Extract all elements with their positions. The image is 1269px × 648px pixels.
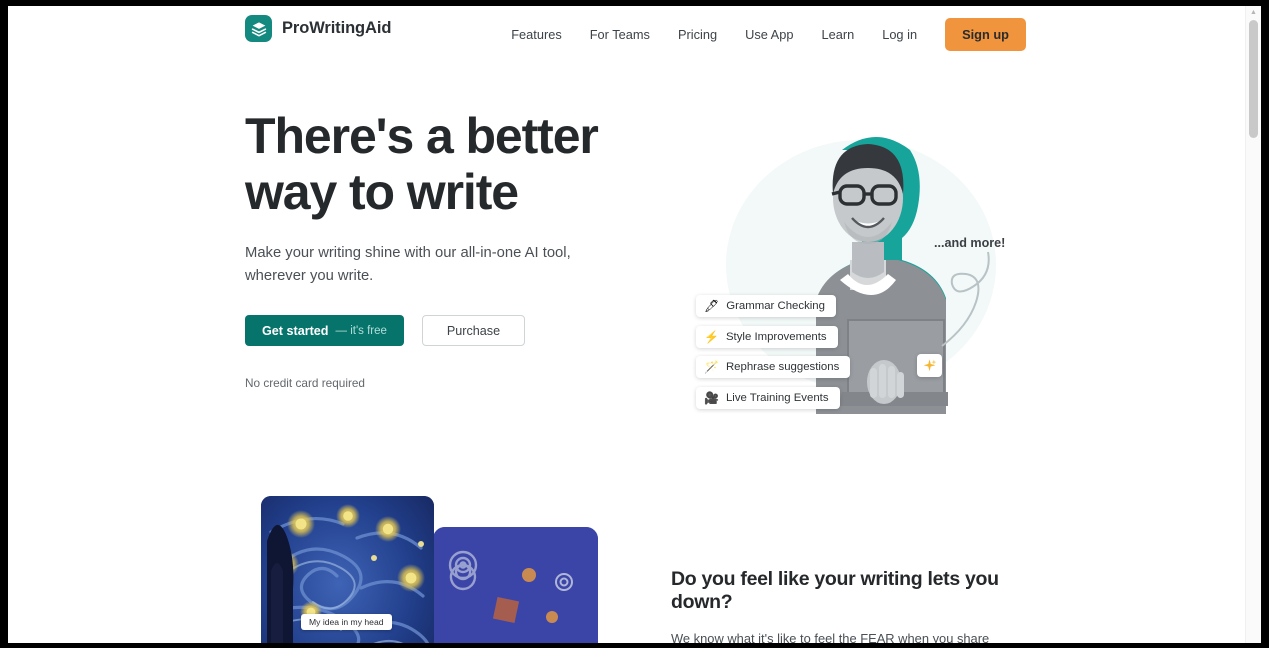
scrollbar-up-arrow-icon[interactable]: ▲ [1250,9,1257,16]
brand-logo-link[interactable]: ProWritingAid [245,15,391,42]
main-navigation: Features For Teams Pricing Use App Learn… [497,6,1026,62]
hero-illustration: ...and more! 🖋 Grammar Checking ⚡ Style … [668,106,1028,436]
magic-wand-icon: 🪄 [704,360,719,374]
hero-title-line-1: There's a better [245,108,599,164]
sparkles-icon [917,354,942,377]
feature-chip-grammar-checking: 🖋 Grammar Checking [696,295,836,317]
nav-link-learn[interactable]: Learn [807,21,868,48]
hero-actions: Get started — it's free Purchase [245,315,645,346]
brand-name: ProWritingAid [282,19,392,37]
no-credit-card-note: No credit card required [245,376,365,390]
and-more-squiggle-icon [941,251,990,347]
movie-camera-icon: 🎥 [704,391,719,405]
nav-link-pricing[interactable]: Pricing [664,21,731,48]
problem-body: We know what it's like to feel the FEAR … [671,631,990,643]
feature-chip-rephrase-suggestions: 🪄 Rephrase suggestions [696,356,851,378]
prowritingaid-logo-icon [245,15,272,42]
site-header: ProWritingAid Features For Teams Pricing… [8,6,1246,62]
nav-link-use-app[interactable]: Use App [731,21,807,48]
get-started-label: Get started [262,323,329,338]
purchase-button[interactable]: Purchase [421,315,526,346]
page-viewport: ProWritingAid Features For Teams Pricing… [8,6,1261,643]
browser-window-frame: ProWritingAid Features For Teams Pricing… [0,0,1269,648]
feature-chip-label: Live Training Events [725,392,829,404]
problem-copy: Do you feel like your writing lets you d… [671,568,1016,643]
hero-subtitle: Make your writing shine with our all-in-… [245,245,571,284]
feather-pen-icon: 🖋 [704,299,720,313]
problem-heading: Do you feel like your writing lets you d… [671,568,999,613]
sketch-version-card [433,527,598,643]
problem-section: My idea in my head Do you feel like your… [8,490,1246,643]
feature-chip-live-training-events: 🎥 Live Training Events [696,387,840,409]
feature-chip-label: Rephrase suggestions [725,361,840,373]
artwork-comparison-illustration: My idea in my head [253,496,603,643]
lightning-bolt-icon: ⚡ [704,330,719,344]
feature-chip-label: Style Improvements [725,331,827,343]
feature-chip-label: Grammar Checking [726,300,825,312]
hero-title: There's a better way to write [245,108,645,220]
hero-copy: There's a better way to write Make your … [245,108,645,390]
scrollbar-thumb[interactable] [1249,20,1258,138]
get-started-note: — it's free [335,324,387,337]
hero-title-line-2: way to write [245,164,519,220]
and-more-label: ...and more! [934,236,1006,250]
sign-up-button[interactable]: Sign up [945,17,1026,51]
nav-link-features[interactable]: Features [497,21,576,48]
hero-section: There's a better way to write Make your … [8,62,1246,482]
get-started-button[interactable]: Get started — it's free [245,315,404,346]
page-content: ProWritingAid Features For Teams Pricing… [8,6,1246,643]
feature-chip-style-improvements: ⚡ Style Improvements [696,326,838,348]
idea-caption-label: My idea in my head [301,614,392,630]
nav-link-for-teams[interactable]: For Teams [576,21,664,48]
page-scrollbar[interactable]: ▲ [1245,6,1261,643]
nav-link-log-in[interactable]: Log in [868,21,931,48]
